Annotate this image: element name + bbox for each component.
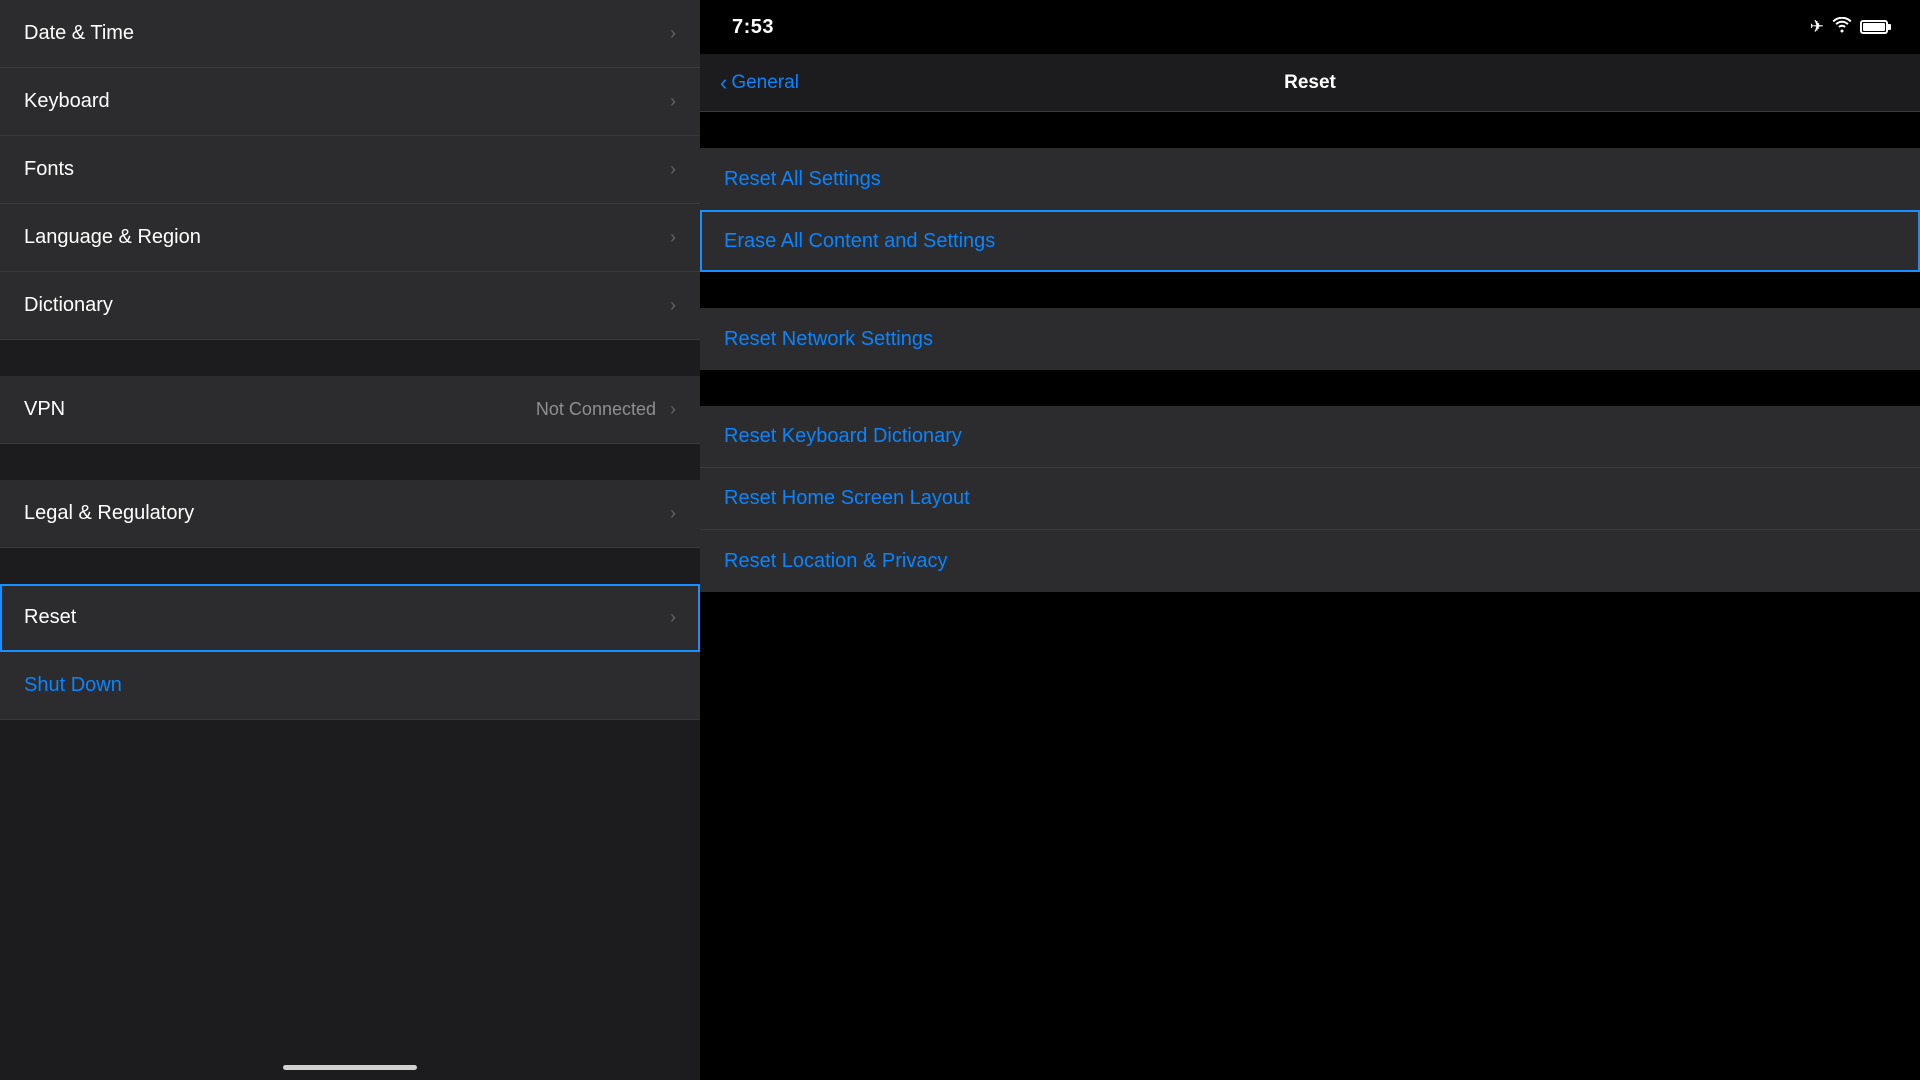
sidebar-item-language-region[interactable]: Language & Region › — [0, 204, 700, 272]
left-panel: Date & Time › Keyboard › Fonts › Languag… — [0, 0, 700, 1080]
sidebar-item-reset[interactable]: Reset › — [0, 584, 700, 652]
chevron-icon: › — [670, 23, 676, 44]
right-panel: 7:53 ✈ ‹ General Reset — [700, 0, 1920, 1080]
reset-group-1: Reset All Settings — [700, 148, 1920, 210]
back-button[interactable]: ‹ General — [720, 70, 799, 96]
chevron-icon: › — [670, 295, 676, 316]
status-icons: ✈ — [1810, 17, 1888, 38]
sidebar-item-keyboard[interactable]: Keyboard › — [0, 68, 700, 136]
chevron-icon: › — [670, 607, 676, 628]
sidebar-item-shut-down[interactable]: Shut Down — [0, 652, 700, 720]
reset-location-privacy-item[interactable]: Reset Location & Privacy — [700, 530, 1920, 592]
wifi-icon — [1832, 17, 1852, 38]
separator-mid — [700, 272, 1920, 308]
reset-home-screen-item[interactable]: Reset Home Screen Layout — [700, 468, 1920, 530]
status-bar: 7:53 ✈ — [700, 0, 1920, 54]
battery-icon — [1860, 20, 1888, 34]
chevron-icon: › — [670, 159, 676, 180]
page-title: Reset — [1284, 72, 1336, 94]
status-time: 7:53 — [732, 16, 774, 39]
separator — [0, 340, 700, 376]
right-content: Reset All Settings Erase All Content and… — [700, 112, 1920, 1080]
chevron-icon: › — [670, 503, 676, 524]
top-separator — [700, 112, 1920, 148]
separator-mid2 — [700, 370, 1920, 406]
reset-network-item[interactable]: Reset Network Settings — [700, 308, 1920, 370]
nav-bar: ‹ General Reset — [700, 54, 1920, 112]
erase-group: Erase All Content and Settings — [700, 210, 1920, 272]
reset-group-3: Reset Keyboard Dictionary Reset Home Scr… — [700, 406, 1920, 592]
separator — [0, 548, 700, 584]
erase-all-content-item[interactable]: Erase All Content and Settings — [700, 210, 1920, 272]
left-settings-list: Date & Time › Keyboard › Fonts › Languag… — [0, 0, 700, 720]
separator — [0, 444, 700, 480]
reset-group-2: Reset Network Settings — [700, 308, 1920, 370]
reset-all-settings-item[interactable]: Reset All Settings — [700, 148, 1920, 210]
reset-keyboard-item[interactable]: Reset Keyboard Dictionary — [700, 406, 1920, 468]
sidebar-item-date-time[interactable]: Date & Time › — [0, 0, 700, 68]
chevron-icon: › — [670, 91, 676, 112]
airplane-icon: ✈ — [1810, 17, 1824, 37]
sidebar-item-vpn[interactable]: VPN Not Connected › — [0, 376, 700, 444]
chevron-icon: › — [670, 227, 676, 248]
chevron-icon: › — [670, 399, 676, 420]
sidebar-item-legal[interactable]: Legal & Regulatory › — [0, 480, 700, 548]
sidebar-item-fonts[interactable]: Fonts › — [0, 136, 700, 204]
back-chevron-icon: ‹ — [720, 70, 727, 96]
home-indicator-area — [0, 720, 700, 1080]
sidebar-item-dictionary[interactable]: Dictionary › — [0, 272, 700, 340]
home-bar — [283, 1065, 417, 1070]
